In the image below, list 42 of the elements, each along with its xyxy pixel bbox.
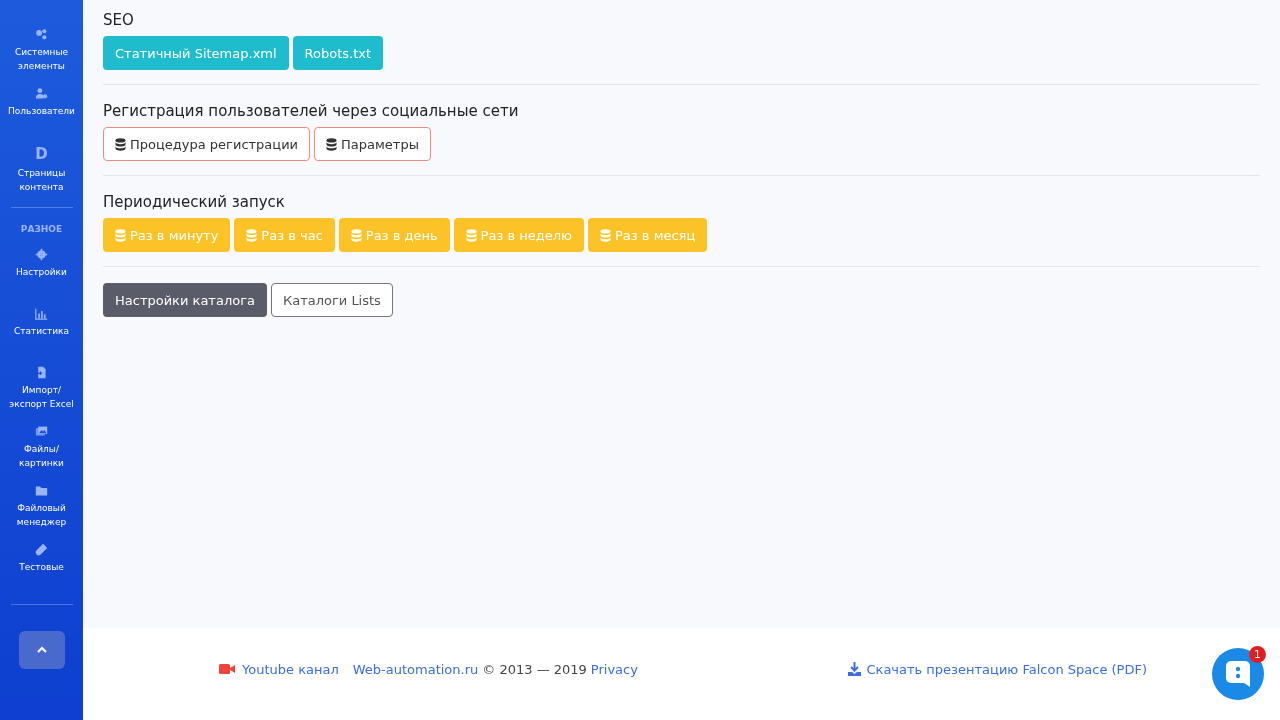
sidebar-item[interactable]: Статистика (6, 324, 77, 338)
chat-button[interactable] (1212, 648, 1264, 700)
database-icon (465, 228, 477, 242)
database-icon (600, 228, 611, 242)
database-icon (246, 228, 258, 242)
sidebar-item[interactable]: Системные элементы (6, 45, 77, 73)
copyright-text: © 2013 — 2019 (482, 661, 587, 677)
database-button[interactable]: Параметры (314, 127, 431, 161)
notification-badge: 1 (1249, 646, 1266, 663)
download-icon (848, 662, 862, 676)
database-icon (350, 228, 362, 242)
folder-icon (35, 484, 48, 497)
sidebar-heading: РАЗНОЕ (20, 224, 63, 234)
site-link[interactable]: Web-automation.ru (352, 661, 479, 677)
database-icon (326, 137, 338, 151)
sidebar-item[interactable]: Настройки (6, 265, 77, 279)
bar-chart-icon (35, 307, 48, 320)
file-import-icon (35, 366, 48, 379)
action-button[interactable]: Каталоги Lists (270, 283, 393, 317)
chevron-up-icon (36, 646, 47, 654)
database-icon (115, 228, 126, 242)
youtube-link[interactable]: Youtube канал (242, 661, 339, 677)
section-title: SEO (103, 10, 135, 30)
sidebar-item[interactable]: Файлы/ картинки (6, 442, 77, 470)
chat-bubble-icon (1225, 660, 1251, 688)
section-title: Периодический запуск (103, 192, 286, 212)
sidebar-toggle-button[interactable] (18, 631, 65, 669)
sidebar-item[interactable]: Файловый менеджер (6, 501, 77, 529)
sidebar-item[interactable]: Страницы контента (6, 166, 77, 194)
sidebar-item[interactable]: Тестовые (6, 560, 77, 574)
sidebar-item[interactable]: Импорт/ экспорт Excel (6, 383, 77, 411)
video-camera-icon (219, 663, 235, 675)
download-link[interactable]: Скачать презентацию Falcon Space (PDF) (848, 661, 1147, 677)
database-button[interactable]: Процедура регистрации (103, 127, 311, 161)
section-title: Регистрация пользователей через социальные сети (103, 101, 520, 121)
privacy-link[interactable]: Privacy (590, 661, 638, 677)
action-button[interactable]: Настройки каталога (103, 283, 267, 317)
images-icon (35, 425, 48, 438)
letter-icon: D (35, 146, 48, 162)
sidebar-item[interactable]: Пользователи (6, 104, 77, 118)
settings-icon (35, 248, 48, 261)
database-icon (115, 137, 126, 151)
